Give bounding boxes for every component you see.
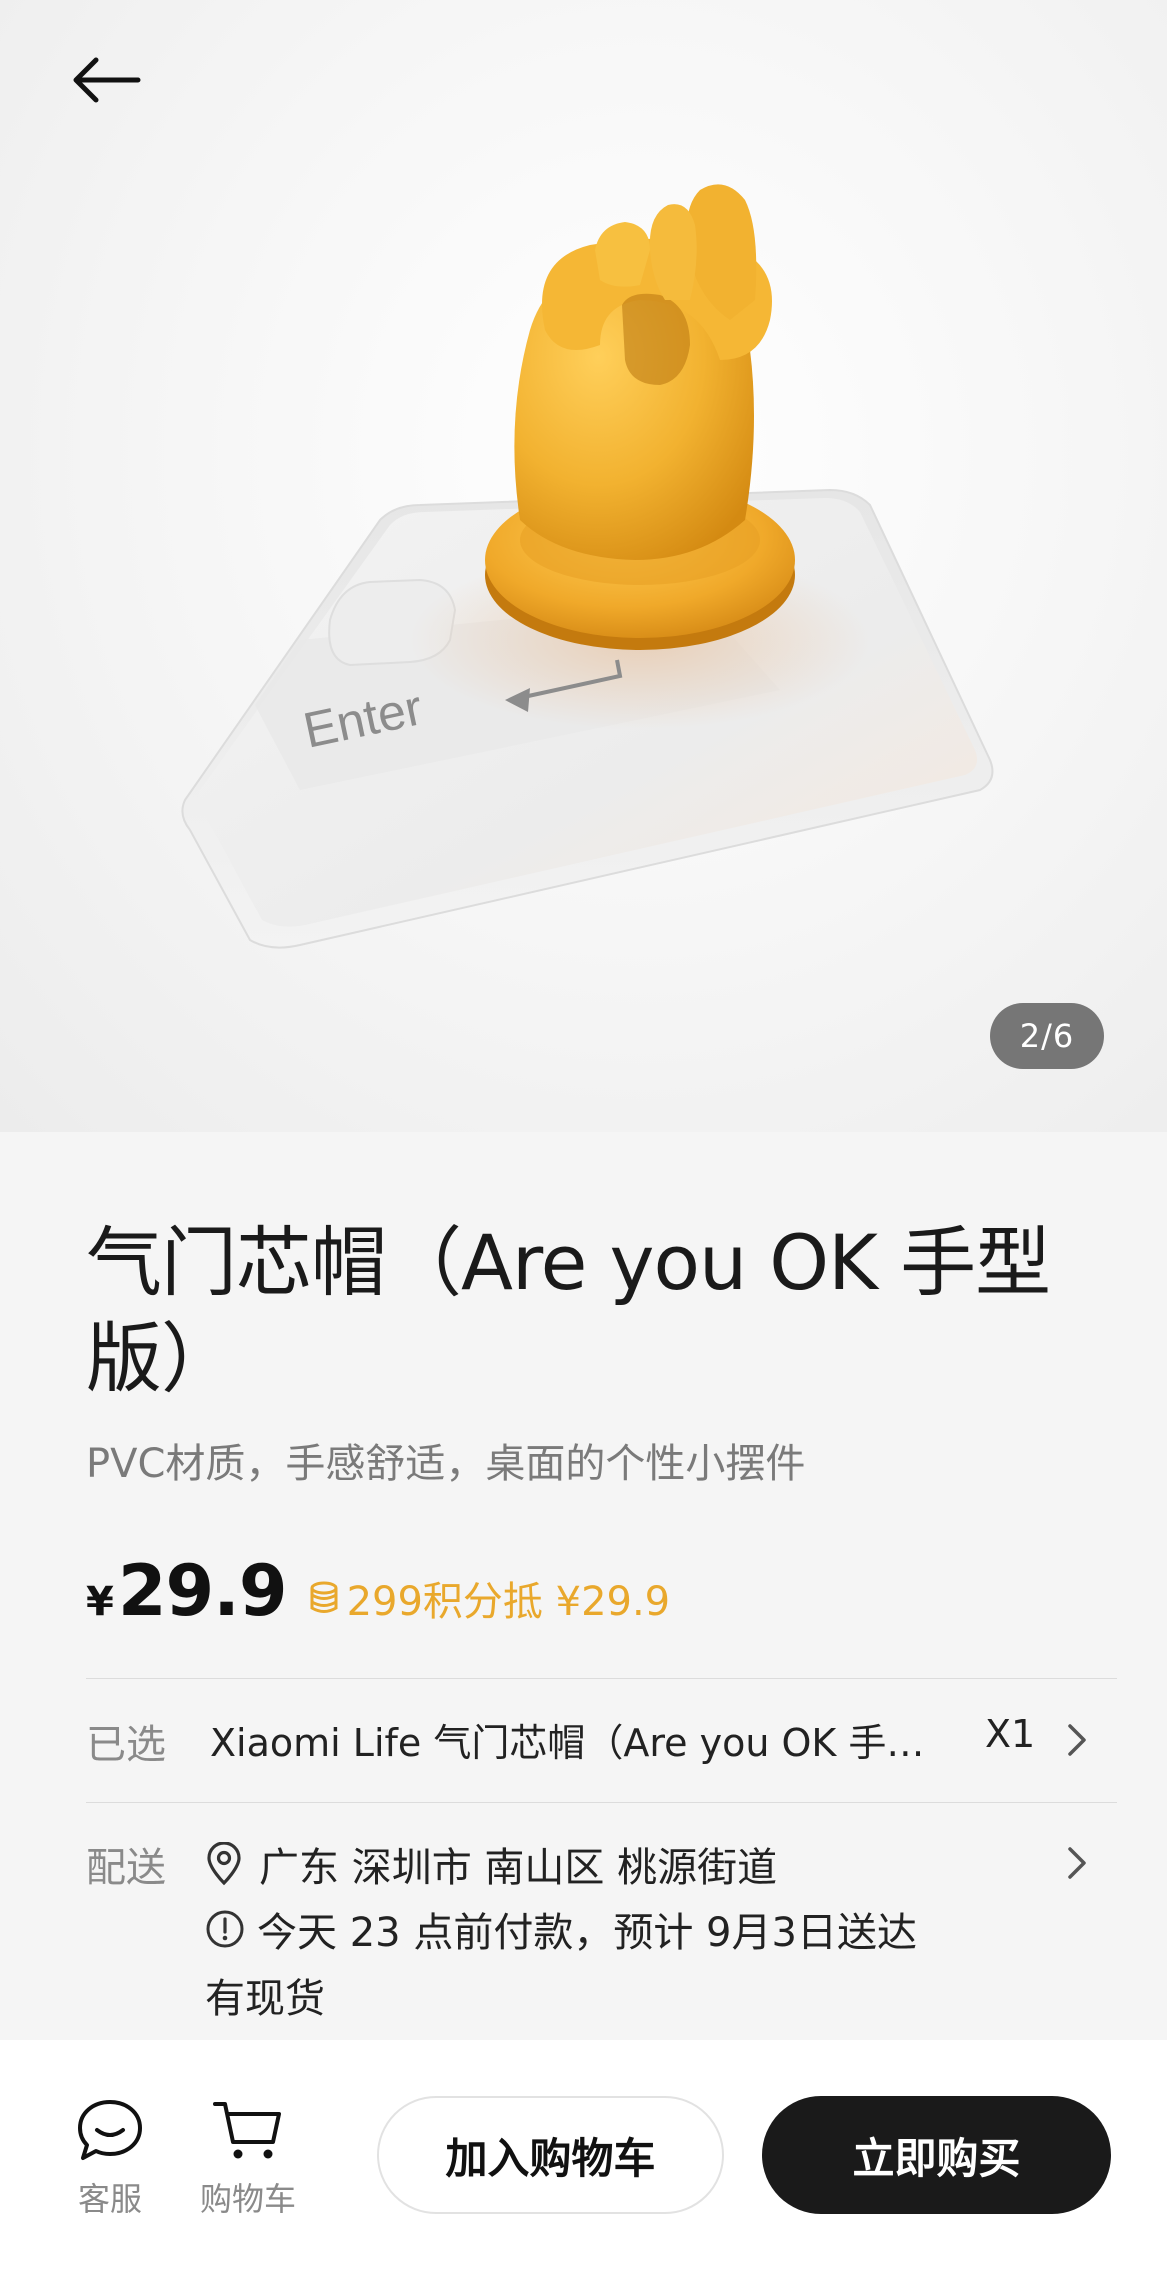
points-offer-text: 299积分抵 ¥29.9 [346,1579,671,1625]
cart-label: 购物车 [199,2180,296,2218]
delivery-label: 配送 [86,1845,166,1891]
image-page-indicator: 2/6 [990,1003,1104,1069]
buy-now-button[interactable]: 立即购买 [762,2096,1111,2214]
points-offer: 299积分抵 ¥29.9 [309,1569,671,1627]
location-pin-icon [205,1842,243,1886]
customer-service-button[interactable]: 客服 [50,2098,170,2228]
back-button[interactable] [70,40,170,120]
delivery-eta: 今天 23 点前付款，预计 9月3日送达 [205,1900,917,1958]
delivery-address-text: 广东 深圳市 南山区 桃源街道 [259,1845,778,1891]
divider [86,1678,1117,1679]
customer-service-label: 客服 [77,2180,142,2218]
product-image: Enter [181,184,994,949]
selected-label: 已选 [86,1722,166,1768]
product-subtitle: PVC材质，手感舒适，桌面的个性小摆件 [86,1441,806,1487]
divider [86,1802,1117,1803]
info-circle-icon [205,1909,245,1949]
delivery-address: 广东 深圳市 南山区 桃源街道 [205,1835,777,1893]
coin-stack-icon [309,1581,339,1615]
product-title: 气门芯帽（Are you OK 手型版） [86,1218,1051,1403]
currency-symbol: ¥ [86,1579,114,1625]
price-row: ¥ 29.9 299积分抵 ¥29.9 [86,1550,670,1640]
product-price: 29.9 [117,1550,288,1632]
arrow-left-icon [73,57,141,103]
add-to-cart-button[interactable]: 加入购物车 [377,2096,724,2214]
product-image-carousel[interactable]: Enter 2/6 [0,0,1167,1132]
shopping-cart-icon [213,2102,281,2159]
selected-spec-value: Xiaomi Life 气门芯帽（Are you OK 手… [210,1721,925,1765]
chevron-right-icon[interactable] [1062,1720,1092,1760]
chevron-right-icon[interactable] [1062,1843,1092,1883]
chat-bubble-icon [78,2100,142,2160]
selected-quantity: X1 [985,1712,1036,1756]
stock-status: 有现货 [205,1976,325,2022]
cart-button[interactable]: 购物车 [188,2098,308,2228]
delivery-eta-text: 今天 23 点前付款，预计 9月3日送达 [257,1910,917,1956]
